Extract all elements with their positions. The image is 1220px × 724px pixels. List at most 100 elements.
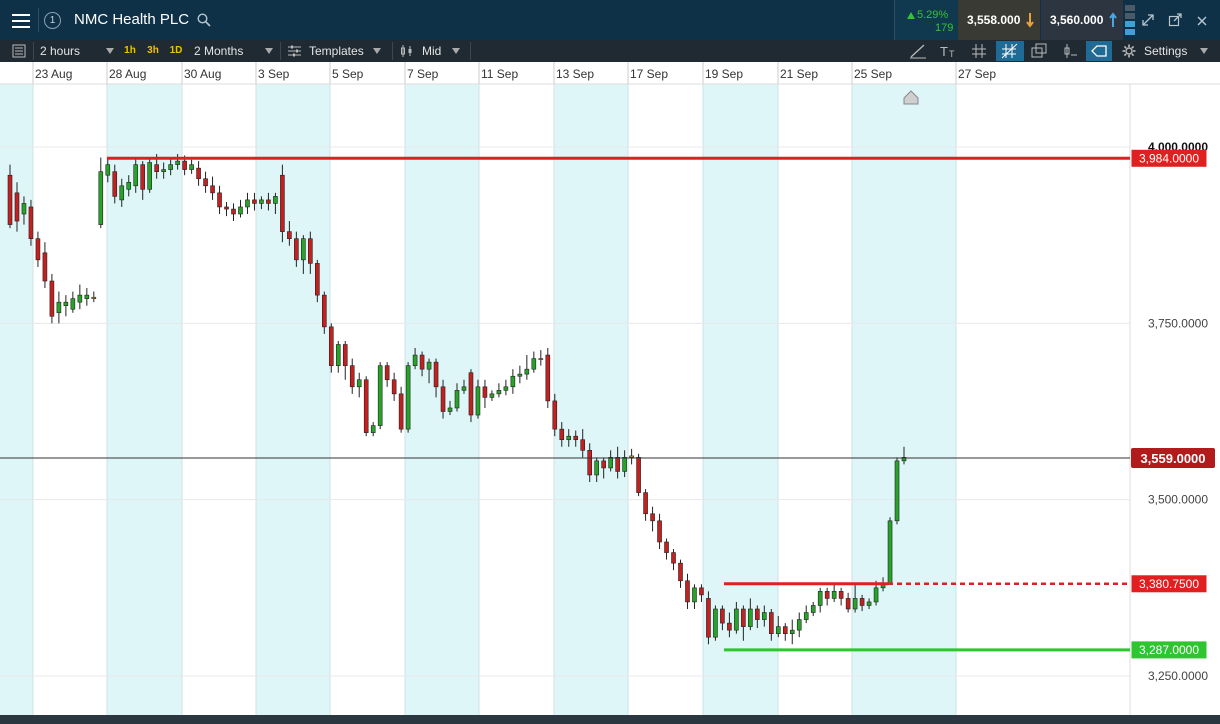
candle-body [741,608,746,627]
candle-body [775,626,781,634]
hamburger-menu-icon[interactable] [8,10,34,30]
candle-body [210,185,215,194]
candle-body [657,520,662,543]
templates-button[interactable]: Templates [282,40,388,62]
candle-body [377,365,383,426]
candle-body [475,386,481,416]
candle-body [873,587,879,603]
candle-body [28,206,34,239]
candle-body [461,386,467,391]
candle-body [77,294,83,303]
trendline-icon[interactable] [907,41,929,61]
candle-body [594,460,599,476]
candle-body [308,238,313,264]
candle-body [370,425,376,433]
close-icon[interactable] [1196,14,1208,26]
interval-value: 2 hours [40,44,81,58]
buy-button[interactable]: 3,560.000 [1041,0,1123,40]
candle-body [664,541,669,553]
window-number-badge[interactable]: 1 [44,12,61,29]
candle-body [175,160,180,165]
candle-body [14,192,20,222]
level-label-breakout: 3,380.7500 [1139,577,1199,591]
candle-body [817,591,823,606]
candle-body [824,591,830,599]
sell-button[interactable]: 3,558.000 [958,0,1040,40]
candle-body [119,185,125,201]
candle-body [566,435,572,441]
candle-body [363,379,369,433]
candle-body [643,492,648,515]
divider [38,8,39,32]
candle-body [112,171,118,197]
svg-text:T: T [940,44,948,59]
candle-body [615,457,620,472]
expand-icon[interactable] [1141,13,1155,27]
timeframe-1h-button[interactable]: 1h [121,43,139,58]
grid-icon[interactable] [968,41,990,61]
templates-label: Templates [309,44,364,58]
candle-body [433,361,439,388]
change-percent: 5.29% [917,9,949,21]
weekend-band [852,84,956,715]
candle-body [517,373,523,377]
candle-body [650,513,655,522]
candle-body [573,435,579,441]
indicator-icon[interactable] [1058,41,1080,61]
candle-body [782,626,788,634]
crosshair-grid-icon[interactable] [996,41,1024,61]
tag-icon[interactable] [1086,41,1112,61]
candle-body [706,598,711,638]
interval-select[interactable]: 2 hours [34,40,118,62]
candle-body [713,608,718,638]
price-type-value: Mid [422,44,442,58]
search-icon[interactable] [197,13,211,27]
signal-strength-icon [1125,5,1135,35]
candle-body [608,457,613,469]
buy-price: 3,560.000 [1050,13,1104,27]
candle-body [538,358,544,360]
text-tool-icon[interactable]: TT [937,41,959,61]
settings-button[interactable]: Settings [1116,40,1216,62]
candle-body [887,520,893,585]
chart-list-icon[interactable] [12,44,26,58]
candle-body [91,296,97,299]
candle-body [587,449,593,476]
candle-body [894,460,900,522]
candle-body [231,208,236,215]
svg-text:T: T [949,49,955,59]
candle-body [63,301,69,307]
candle-body [454,390,460,409]
sliders-icon [288,45,301,57]
candle-body [217,192,222,208]
y-axis-area [1130,84,1220,715]
price-chart[interactable]: 23 Aug 28 Aug 30 Aug 3 Sep 5 Sep 7 Sep 11 Sep 1… [0,62,1220,724]
chevron-down-icon [373,48,381,54]
candles-icon [400,44,414,58]
sell-arrow-icon [1026,12,1034,28]
candle-body [678,562,683,582]
candle-body [356,379,362,388]
chart-toolbar: 2 hours 1h 3h 1D 2 Months Templates Mid … [0,40,1220,62]
layers-icon[interactable] [1028,41,1050,61]
settings-label: Settings [1144,44,1188,58]
timeframe-3h-button[interactable]: 3h [144,43,162,58]
window-number: 1 [49,15,56,26]
candle-body [203,178,208,187]
x-tick-label: 19 Sep [705,67,743,81]
candle-body [831,591,837,599]
horizontal-scrollbar[interactable] [0,715,1220,724]
price-type-select[interactable]: Mid [394,40,466,62]
candlestick-chart[interactable]: 23 Aug 28 Aug 30 Aug 3 Sep 5 Sep 7 Sep 11 Sep 1… [0,62,1220,724]
timeframe-1d-button[interactable]: 1D [167,43,185,58]
level-label-support: 3,287.0000 [1139,643,1199,657]
candle-body [559,428,565,441]
candle-body [196,167,201,180]
pop-out-icon[interactable] [1168,13,1182,27]
candle-body [727,622,732,631]
candle-body [419,354,425,370]
candle-body [510,375,516,388]
candle-body [294,238,299,261]
range-select[interactable]: 2 Months [188,40,276,62]
candle-body [720,608,725,624]
